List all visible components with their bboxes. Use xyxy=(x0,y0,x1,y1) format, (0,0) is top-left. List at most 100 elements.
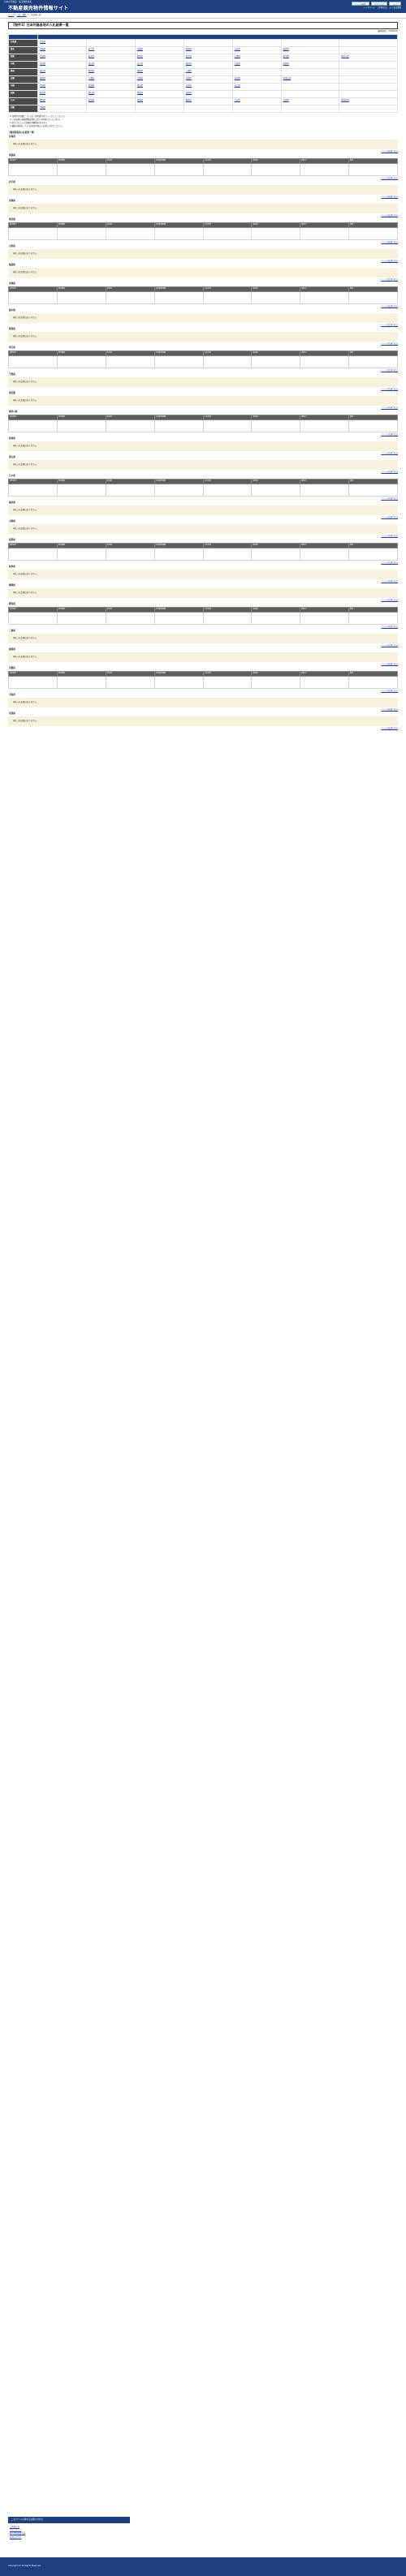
region-name: 近畿 xyxy=(8,75,38,84)
empty-notice: 現在入札結果はありません。 xyxy=(8,312,398,323)
prefecture-link[interactable]: 宮城県 xyxy=(137,48,143,50)
table-cell[interactable] xyxy=(105,162,155,176)
prefecture-cell: 大分県 xyxy=(231,97,282,105)
table-cell xyxy=(8,355,58,368)
table-cell[interactable] xyxy=(105,483,155,497)
prefecture-cell: 三重県 xyxy=(183,67,233,76)
table-cell[interactable] xyxy=(105,419,155,432)
footer-link-contact[interactable]: お問い合わせ xyxy=(10,2536,25,2539)
table-cell[interactable] xyxy=(105,355,155,368)
table-cell xyxy=(300,162,350,176)
prefecture-link[interactable]: 茨城県 xyxy=(40,55,45,58)
prefecture-link[interactable]: 三重県 xyxy=(186,70,192,72)
table-cell xyxy=(153,611,204,625)
breadcrumb-bid[interactable]: 入札・開札 xyxy=(17,14,27,16)
prefecture-link[interactable]: 静岡県 xyxy=(89,70,94,72)
prefecture-link[interactable]: 岡山県 xyxy=(137,84,143,87)
help-button[interactable]: ヘルプ xyxy=(388,2,401,6)
prefecture-link[interactable]: 福島県 xyxy=(283,48,289,50)
table-cell xyxy=(300,547,350,561)
prefecture-link[interactable]: 大分県 xyxy=(235,99,240,101)
prefecture-link[interactable]: 栃木県 xyxy=(89,55,94,58)
prefecture-cell: 滋賀県 xyxy=(37,75,87,84)
prefecture-link[interactable]: 長崎県 xyxy=(137,99,143,101)
prefecture-cell: 静岡県 xyxy=(85,67,136,76)
table-cell xyxy=(56,290,106,304)
subnav-guide[interactable]: ご利用方法 xyxy=(378,6,387,10)
prefecture-link[interactable]: 岐阜県 xyxy=(40,70,45,72)
table-cell xyxy=(56,675,106,689)
table-cell xyxy=(300,675,350,689)
prefecture-link[interactable]: 神奈川県 xyxy=(341,55,349,58)
prefecture-cell xyxy=(231,67,282,76)
prefecture-link[interactable]: 山形県 xyxy=(235,48,240,50)
prefecture-link[interactable]: 福井県 xyxy=(186,62,192,65)
table-cell xyxy=(56,162,106,176)
table-cell xyxy=(153,675,204,689)
prefecture-link[interactable]: 鹿児島県 xyxy=(341,99,349,101)
prefecture-link[interactable]: 兵庫県 xyxy=(186,77,192,80)
prefecture-link[interactable]: 新潟県 xyxy=(40,62,45,65)
prefecture-link[interactable]: 島根県 xyxy=(89,84,94,87)
prefecture-link[interactable]: 熊本県 xyxy=(186,99,192,101)
subnav-top[interactable]: トップページ xyxy=(363,6,374,10)
table-cell[interactable] xyxy=(105,547,155,561)
prefecture-link[interactable]: 和歌山県 xyxy=(283,77,292,80)
prefecture-cell: 長野県 xyxy=(280,60,340,69)
table-cell[interactable] xyxy=(105,290,155,304)
prefecture-link[interactable]: 富山県 xyxy=(89,62,94,65)
region-row: 四国 徳島県 香川県 愛媛県 高知県 xyxy=(8,89,398,98)
table-cell[interactable] xyxy=(105,675,155,689)
prefecture-link[interactable]: 北海道 xyxy=(40,41,45,43)
prefecture-link[interactable]: 徳島県 xyxy=(40,92,45,94)
prefecture-link[interactable]: 宮崎県 xyxy=(283,99,289,101)
table-row xyxy=(8,162,398,176)
prefecture-cell xyxy=(339,67,398,76)
prefecture-link[interactable]: 秋田県 xyxy=(186,48,192,50)
prefecture-link[interactable]: 岩手県 xyxy=(89,48,94,50)
prefecture-link[interactable]: 愛媛県 xyxy=(137,92,143,94)
table-cell[interactable] xyxy=(105,226,155,240)
results-table: 事件番号 物件種別 所在地 売却基準価額 入札件数 最高価 開札日 備考 xyxy=(8,670,398,689)
site-search-button[interactable]: サイト内検索 xyxy=(351,2,369,6)
prefecture-link[interactable]: 東京都 xyxy=(283,55,289,58)
prefecture-link[interactable]: 佐賀県 xyxy=(89,99,94,101)
prefecture-link[interactable]: 香川県 xyxy=(89,92,94,94)
back-to-top-link[interactable]: ページの先頭へ戻る xyxy=(8,726,398,730)
prefecture-link[interactable]: 山口県 xyxy=(235,84,240,87)
footer-link-privacy[interactable]: 個人情報保護方針 xyxy=(10,2532,25,2535)
prefecture-cell xyxy=(339,38,398,47)
prefecture-link[interactable]: 広島県 xyxy=(186,84,192,87)
prefecture-link[interactable]: 奈良県 xyxy=(235,77,240,80)
prefecture-link[interactable]: 沖縄県 xyxy=(40,106,45,109)
breadcrumb-home[interactable]: トップ xyxy=(8,14,14,16)
prefecture-cell: 愛媛県 xyxy=(134,89,184,98)
prefecture-link[interactable]: 京都府 xyxy=(89,77,94,80)
prefecture-link[interactable]: 山梨県 xyxy=(235,62,240,65)
table-cell xyxy=(348,675,398,689)
prefecture-link[interactable]: 福岡県 xyxy=(40,99,45,101)
table-cell xyxy=(56,611,106,625)
prefecture-link[interactable]: 石川県 xyxy=(137,62,143,65)
table-cell xyxy=(251,675,301,689)
prefecture-link[interactable]: 千葉県 xyxy=(235,55,240,58)
font-size-button[interactable]: 文字サイズ xyxy=(370,2,387,6)
prefecture-link[interactable]: 埼玉県 xyxy=(186,55,192,58)
table-cell xyxy=(56,355,106,368)
subnav-faq[interactable]: よくある質問 xyxy=(390,6,401,10)
prefecture-link[interactable]: 大阪府 xyxy=(137,77,143,80)
prefecture-link[interactable]: 群馬県 xyxy=(137,55,143,58)
prefecture-link[interactable]: 滋賀県 xyxy=(40,77,45,80)
prefecture-link[interactable]: 愛知県 xyxy=(137,70,143,72)
prefecture-link[interactable]: 青森県 xyxy=(40,48,45,50)
prefecture-cell: 奈良県 xyxy=(231,75,282,84)
table-cell xyxy=(348,547,398,561)
prefecture-link[interactable]: 鳥取県 xyxy=(40,84,45,87)
page-title: 【物件1】日本列島各地の入札結果一覧 xyxy=(8,22,398,30)
table-cell[interactable] xyxy=(105,611,155,625)
prefecture-link[interactable]: 長野県 xyxy=(283,62,289,65)
prefecture-cell: 鹿児島県 xyxy=(339,97,398,105)
prefecture-link[interactable]: 高知県 xyxy=(186,92,192,94)
site-title[interactable]: 不動産競売物件情報サイト xyxy=(8,6,68,11)
section-title: 【都道府県別入札結果一覧】 xyxy=(8,131,36,134)
